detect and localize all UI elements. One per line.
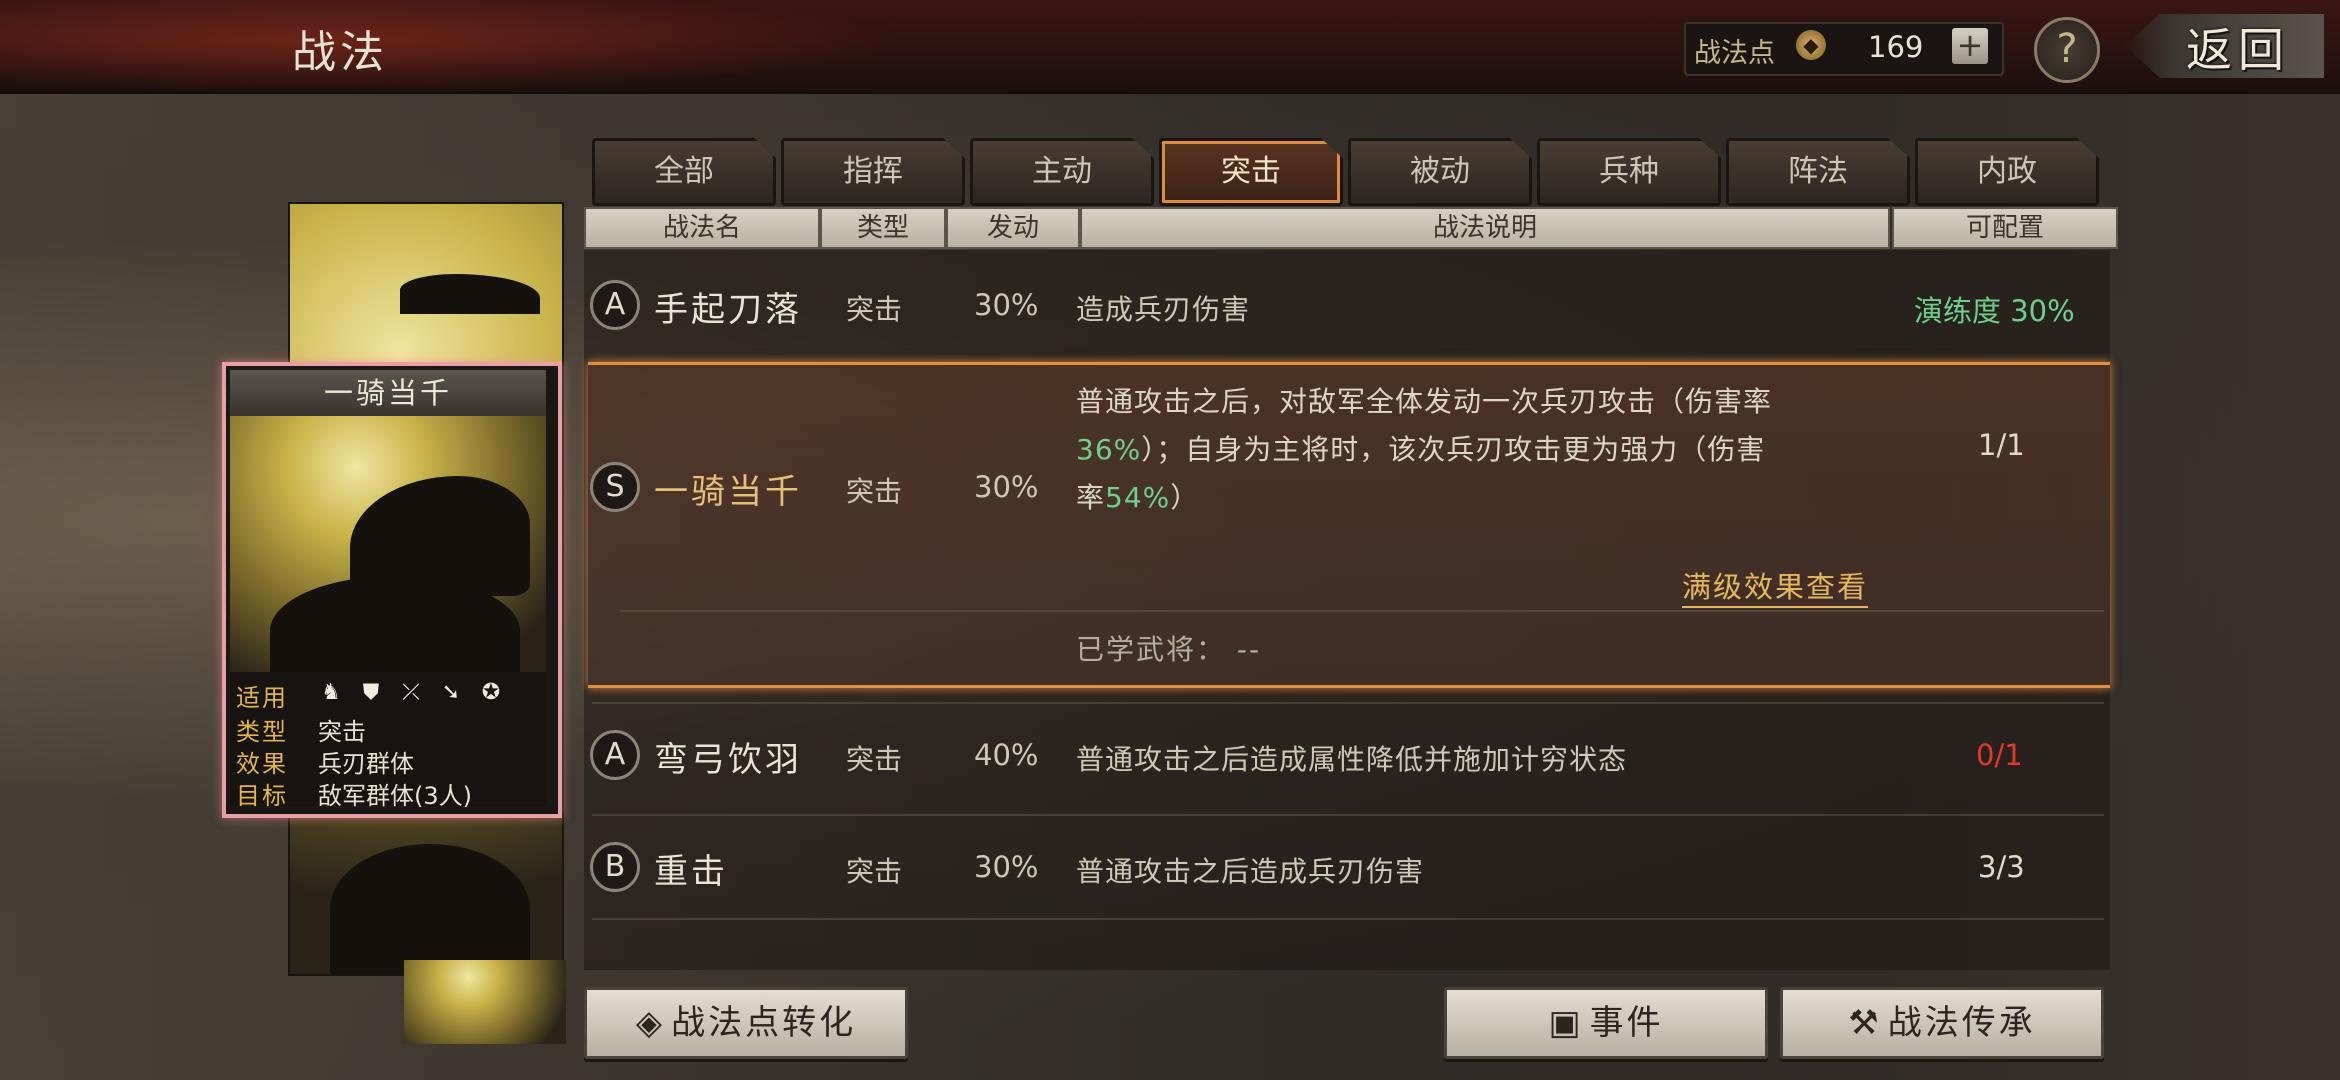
- tactic-desc: 普通攻击之后造成兵刃伤害: [1076, 855, 1425, 888]
- scroll-icon: ▣: [1548, 1003, 1584, 1043]
- tab-all[interactable]: 全部: [592, 138, 776, 206]
- flame-icon: ◈: [635, 1003, 666, 1043]
- tactic-type: 突击: [846, 855, 903, 888]
- tactic-type: 突击: [846, 293, 903, 326]
- divider: [592, 918, 2104, 920]
- tactic-rate: 40%: [974, 738, 1039, 772]
- tactic-desc: 造成兵刃伤害: [1076, 293, 1251, 326]
- tactic-config: 1/1: [1978, 428, 2025, 462]
- help-button[interactable]: ?: [2034, 17, 2100, 83]
- tab-active[interactable]: 主动: [970, 138, 1154, 206]
- spear-icon: ➘: [441, 680, 461, 705]
- column-header-desc: 战法说明: [1080, 207, 1890, 249]
- inherit-tactic-button[interactable]: ⚒ 战法传承: [1780, 987, 2104, 1059]
- full-level-effect-link[interactable]: 满级效果查看: [1682, 564, 1869, 608]
- column-header-type[interactable]: 类型: [820, 207, 946, 249]
- tactic-rate: 30%: [974, 470, 1039, 504]
- tab-passive[interactable]: 被动: [1348, 138, 1532, 206]
- tactic-points-value: 169: [1868, 30, 1924, 64]
- tactic-config: 3/3: [1978, 850, 2025, 884]
- column-header-trigger[interactable]: 发动: [946, 207, 1080, 249]
- info-key: 适用: [236, 684, 288, 712]
- tactic-name[interactable]: 重击: [654, 844, 728, 893]
- tactic-config: 演练度 30%: [1914, 294, 2075, 328]
- grade-badge: A: [590, 730, 640, 780]
- back-button-label[interactable]: 返回: [2186, 14, 2290, 80]
- tactic-name[interactable]: 弯弓饮羽: [654, 732, 802, 781]
- tactic-desc: 普通攻击之后，对敌军全体发动一次兵刃攻击（伤害率 36%）；自身为主将时，该次兵刃…: [1076, 385, 1773, 514]
- tactic-detail-art: [230, 416, 546, 672]
- tactic-type: 突击: [846, 475, 903, 508]
- shield-icon: ⛊: [362, 680, 380, 705]
- tactic-rate: 30%: [974, 288, 1039, 322]
- bow-icon: ⤫: [402, 680, 420, 705]
- info-value: 突击: [318, 718, 366, 746]
- tactic-desc: 普通攻击之后造成属性降低并施加计穷状态: [1076, 743, 1628, 776]
- events-button[interactable]: ▣ 事件: [1444, 987, 1768, 1059]
- tactic-name[interactable]: 手起刀落: [654, 282, 802, 331]
- tactic-name[interactable]: 一骑当千: [654, 464, 802, 513]
- info-value: 敌军群体(3人): [318, 782, 472, 810]
- info-key: 类型: [236, 718, 288, 746]
- tactic-card-art[interactable]: [404, 960, 566, 1044]
- cavalry-icon: ♞: [321, 680, 341, 705]
- tactic-point-icon: ◆: [1796, 30, 1826, 60]
- tactic-type: 突击: [846, 743, 903, 776]
- divider: [620, 610, 2104, 612]
- column-header-name[interactable]: 战法名: [584, 207, 820, 249]
- tab-assault[interactable]: 突击: [1159, 138, 1343, 206]
- tactic-points-label: 战法点: [1694, 38, 1775, 69]
- tab-formation[interactable]: 阵法: [1726, 138, 1910, 206]
- hammer-icon: ⚒: [1848, 1003, 1882, 1043]
- tab-internal[interactable]: 内政: [1915, 138, 2099, 206]
- divider: [592, 702, 2104, 704]
- info-key: 目标: [236, 782, 288, 810]
- add-points-button[interactable]: +: [1952, 28, 1988, 64]
- page-title: 战法: [292, 27, 388, 78]
- grade-badge: B: [590, 842, 640, 892]
- convert-points-button[interactable]: ◈ 战法点转化: [584, 987, 908, 1059]
- tactic-config: 0/1: [1976, 738, 2023, 772]
- tab-command[interactable]: 指挥: [781, 138, 965, 206]
- wheel-icon: ✪: [481, 680, 501, 705]
- tactic-detail-title: 一骑当千: [230, 370, 546, 416]
- tab-troop[interactable]: 兵种: [1537, 138, 1721, 206]
- column-header-config[interactable]: 可配置: [1892, 207, 2118, 249]
- tactic-rate: 30%: [974, 850, 1039, 884]
- info-key: 效果: [236, 750, 288, 778]
- grade-badge: A: [590, 280, 640, 330]
- grade-badge: S: [590, 462, 640, 512]
- divider: [592, 814, 2104, 816]
- info-value: 兵刃群体: [318, 750, 414, 778]
- learned-generals: 已学武将： --: [1076, 633, 1262, 666]
